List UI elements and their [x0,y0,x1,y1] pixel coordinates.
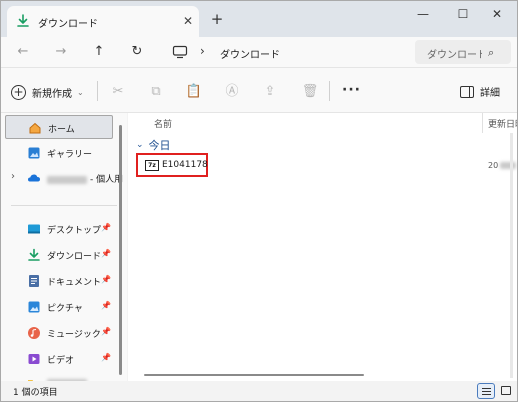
new-tab-button[interactable]: + [208,10,226,28]
paste-icon[interactable]: 📋 [185,83,203,101]
7z-archive-icon: 7z [145,160,159,171]
minimize-button[interactable]: — [403,3,443,25]
search-placeholder: ダウンロードの検索 [427,50,482,61]
videos-icon [28,354,40,364]
pictures-icon [28,301,40,313]
toolbar-divider [329,81,330,101]
chevron-right-icon: › [200,44,205,58]
tiles-view-icon [501,386,511,395]
chevron-down-icon: ⌄ [136,140,144,150]
back-button[interactable]: ← [13,43,33,61]
sidebar-item-home[interactable]: ホーム [5,115,113,139]
desktop-icon [28,224,40,234]
copy-icon[interactable]: ⧉ [147,83,165,101]
more-options-button[interactable]: ··· [342,82,361,98]
chevron-down-icon: ⌄ [77,87,84,97]
plus-circle-icon: + [11,84,26,100]
forward-button[interactable]: → [51,43,71,61]
refresh-button[interactable]: ↻ [127,43,147,61]
sidebar-item-label: デスクトップ [47,226,102,236]
sidebar-item-label: ビデオ [47,356,75,366]
search-icon: ⌕ [488,46,495,59]
sidebar-item-label: ギャラリー [47,150,93,160]
file-list-pane: 名前 更新日時 ⌄ 今日 7z E1041178 20 [128,113,517,381]
details-button[interactable]: 詳細 [460,84,500,99]
gallery-icon [28,147,40,159]
redacted-text [500,162,517,169]
file-name: E1041178 [162,160,208,170]
item-count: 1 個の項目 [13,388,58,398]
group-label: 今日 [148,139,171,152]
music-icon [28,327,40,339]
column-header-row: 名前 更新日時 [128,113,517,135]
list-view-icon [482,388,491,395]
rename-icon[interactable]: Ⓐ [223,83,241,101]
pin-icon: 📌 [101,353,111,362]
toolbar-divider [97,81,98,101]
cut-icon[interactable]: ✂ [109,83,127,101]
pin-icon: 📌 [101,223,111,232]
search-input[interactable]: ダウンロードの検索 ⌕ [415,40,511,64]
details-pane-icon [460,85,474,98]
share-icon[interactable]: ⇪ [261,83,279,101]
column-header-date[interactable]: 更新日時 [488,117,517,130]
tab-downloads[interactable]: ダウンロード ✕ [7,6,199,37]
pin-icon: 📌 [101,301,111,310]
tiles-view-button[interactable] [497,383,515,399]
file-explorer-window: ダウンロード ✕ + — ☐ ✕ ← → ↑ ↻ › ダウンロード ダウンロード… [0,0,518,402]
file-row[interactable]: 7z E1041178 [136,153,208,177]
download-icon [17,14,29,27]
sidebar-item-pictures[interactable]: ピクチャ 📌 [5,295,113,319]
content-vertical-scrollbar[interactable] [510,133,513,378]
download-icon [28,248,40,261]
file-date-text: 20 [488,161,499,170]
sidebar-item-partial[interactable] [5,372,113,381]
details-view-button[interactable] [477,383,495,399]
sidebar-item-music[interactable]: ミュージック 📌 [5,321,113,345]
column-header-name[interactable]: 名前 [154,117,172,130]
title-bar: ダウンロード ✕ + — ☐ ✕ [1,1,517,37]
sidebar-item-desktop[interactable]: デスクトップ 📌 [5,217,113,241]
sidebar-item-documents[interactable]: ドキュメント 📌 [5,269,113,293]
sidebar-item-onedrive[interactable]: › - 個人用 [5,166,123,190]
sidebar-item-label: ピクチャ [47,304,83,314]
sidebar-divider [11,205,117,206]
content-horizontal-scrollbar[interactable] [144,374,364,376]
new-button[interactable]: + 新規作成 ⌄ [11,82,84,102]
details-label: 詳細 [480,88,500,99]
sidebar-item-label: ドキュメント [47,278,102,288]
chevron-right-icon[interactable]: › [11,171,15,182]
home-icon [29,122,41,134]
sidebar-item-label: - 個人用 [47,172,123,185]
pin-icon: 📌 [101,275,111,284]
sidebar-item-videos[interactable]: ビデオ 📌 [5,347,113,371]
delete-icon[interactable]: 🗑 [301,83,319,101]
pc-icon [172,45,188,59]
sidebar-item-gallery[interactable]: ギャラリー [5,141,113,165]
documents-icon [29,275,39,287]
status-bar: 1 個の項目 [1,381,517,401]
address-path[interactable]: ダウンロード [220,46,280,61]
up-button[interactable]: ↑ [89,43,109,61]
pin-icon: 📌 [101,249,111,258]
sidebar-item-label: ダウンロード [47,252,102,262]
navigation-pane: ホーム ギャラリー › - 個人用 デスクトップ 📌 ダウンロード 📌 ドキュメ… [1,113,127,381]
column-divider[interactable] [482,113,483,133]
group-header-today[interactable]: ⌄ 今日 [136,137,171,153]
sidebar-item-label: ホーム [48,125,75,135]
pin-icon: 📌 [101,327,111,336]
tab-title: ダウンロード [38,19,98,30]
command-bar: + 新規作成 ⌄ ✂ ⧉ 📋 Ⓐ ⇪ 🗑 ··· 詳細 [1,67,517,113]
sidebar-item-downloads[interactable]: ダウンロード 📌 [5,243,113,267]
sidebar-item-label: ミュージック [47,330,101,340]
onedrive-icon [28,174,40,182]
tab-close-icon[interactable]: ✕ [179,12,197,30]
close-button[interactable]: ✕ [477,3,517,25]
address-row: ← → ↑ ↻ › ダウンロード ダウンロードの検索 ⌕ [1,37,517,67]
new-button-label: 新規作成 [32,88,72,100]
redacted-text [47,175,87,184]
address-bar[interactable]: › ダウンロード [162,40,407,64]
sidebar-scrollbar[interactable] [119,125,122,375]
